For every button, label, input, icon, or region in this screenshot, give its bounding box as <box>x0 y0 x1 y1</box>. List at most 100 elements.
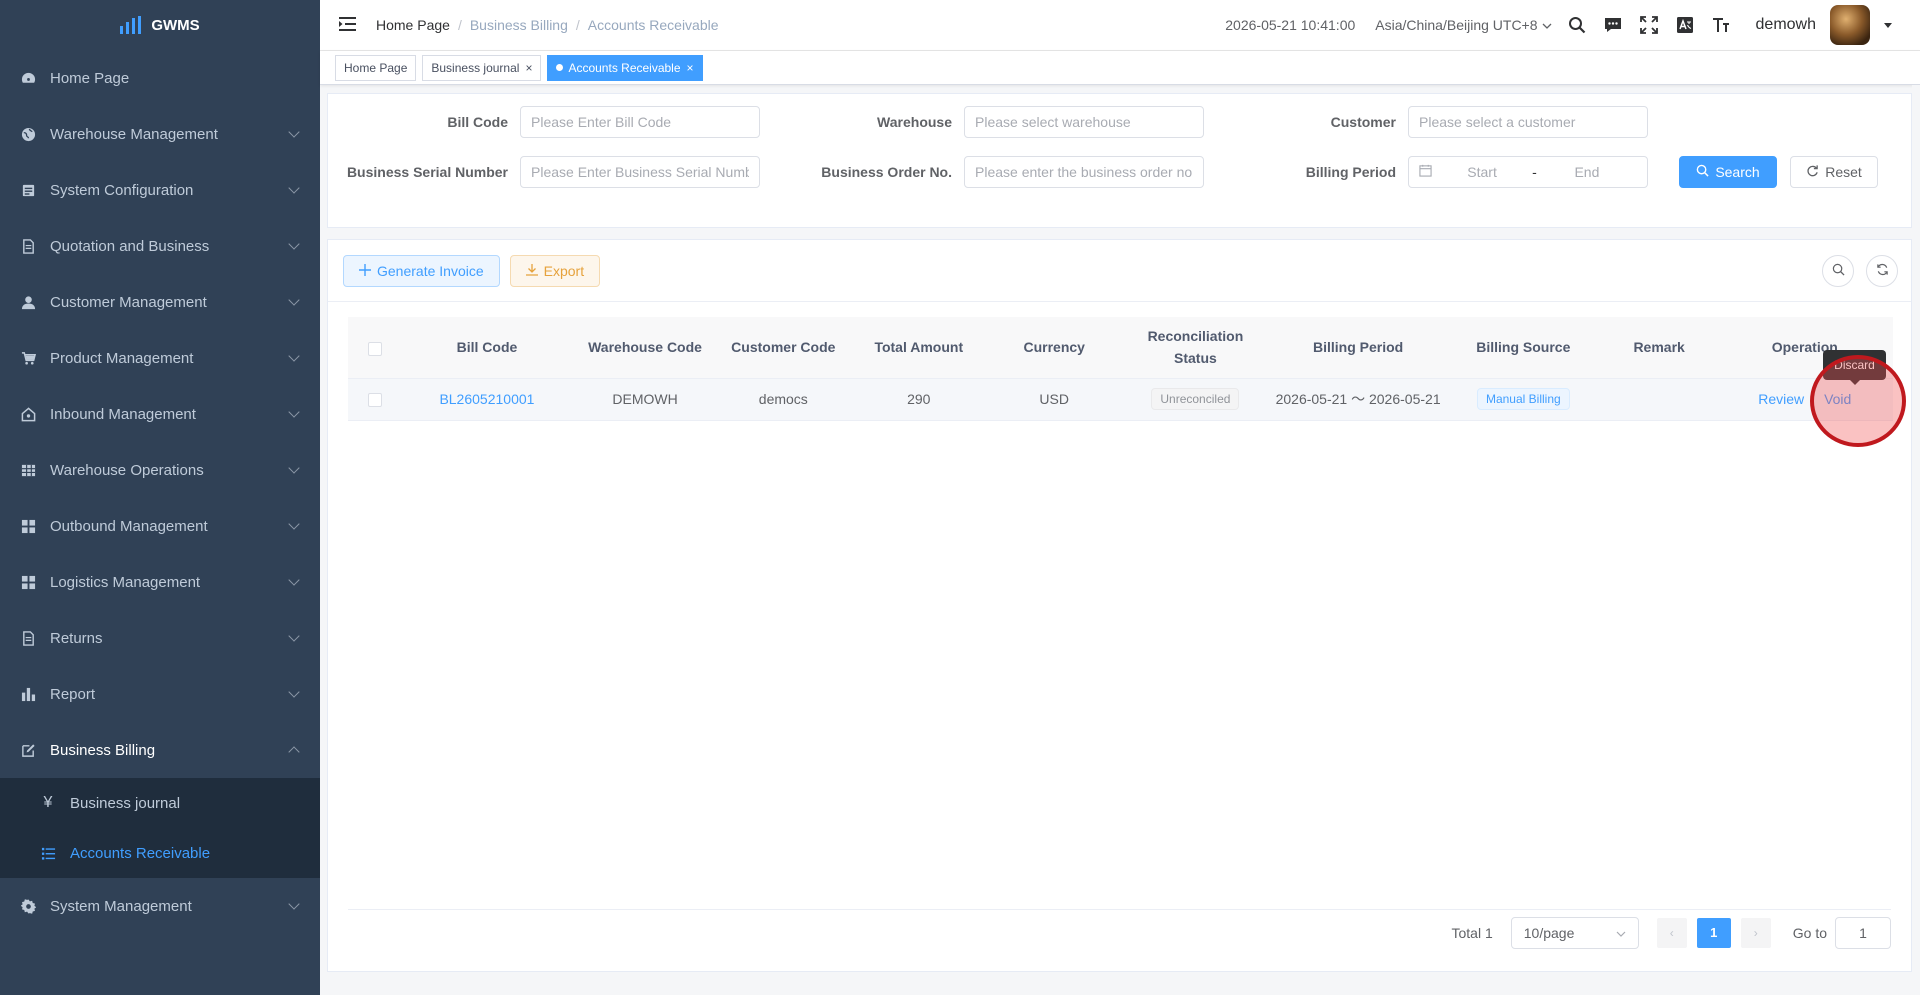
refresh-button[interactable] <box>1866 255 1898 287</box>
search-icon <box>1696 164 1709 180</box>
pagination: Total 1 10/page ‹ 1 › Go to 1 <box>348 909 1891 955</box>
document-icon <box>20 238 36 254</box>
page-size-select[interactable]: 10/page <box>1510 916 1639 949</box>
font-size-icon[interactable] <box>1710 14 1732 36</box>
billing-period-start[interactable]: Start <box>1432 164 1532 180</box>
sidebar-item-label: System Configuration <box>50 181 194 199</box>
warehouse-select[interactable] <box>964 106 1204 138</box>
close-icon[interactable]: × <box>687 61 694 75</box>
caret-down-icon[interactable] <box>1884 22 1892 28</box>
chevron-down-icon <box>288 629 300 642</box>
warehouse-code-cell: DEMOWH <box>572 378 718 421</box>
chevron-down-icon <box>1616 925 1626 941</box>
sidebar-item-system-management[interactable]: System Management <box>0 878 320 934</box>
menu-fold-icon <box>339 16 357 35</box>
business-order-input[interactable] <box>964 156 1204 188</box>
sidebar-item-label: Product Management <box>50 349 194 367</box>
sidebar-item-quotation-and-business[interactable]: Quotation and Business <box>0 218 320 274</box>
reset-button-label: Reset <box>1825 164 1862 180</box>
billing-period-range[interactable]: Start - End <box>1408 156 1648 188</box>
remark-cell <box>1601 378 1717 421</box>
select-all-checkbox[interactable] <box>367 341 382 356</box>
export-button[interactable]: Export <box>509 254 601 287</box>
translate-icon[interactable] <box>1674 14 1696 36</box>
active-dot-icon <box>556 64 564 71</box>
sidebar-item-business-billing[interactable]: Business Billing <box>0 722 320 778</box>
sidebar-item-customer-management[interactable]: Customer Management <box>0 274 320 330</box>
sidebar-item-logistics-management[interactable]: Logistics Management <box>0 554 320 610</box>
bill-code-input[interactable] <box>520 106 760 138</box>
column-header: Total Amount <box>848 317 989 379</box>
billing-submenu: ¥ Business journal Accounts Receivable <box>0 778 320 878</box>
tag-label: Accounts Receivable <box>568 60 681 75</box>
reset-button[interactable]: Reset <box>1790 156 1878 188</box>
sidebar-item-label: Customer Management <box>50 293 207 311</box>
sidebar-item-business-journal[interactable]: ¥ Business journal <box>0 778 320 828</box>
sidebar-item-label: Warehouse Management <box>50 125 218 143</box>
close-icon[interactable]: × <box>525 61 532 75</box>
column-header: Customer Code <box>717 317 849 379</box>
generate-invoice-button[interactable]: Generate Invoice <box>343 254 500 287</box>
sidebar-item-label: Logistics Management <box>50 573 201 591</box>
column-header: Billing Period <box>1271 317 1445 379</box>
toggle-search-button[interactable] <box>1822 255 1854 287</box>
breadcrumb-accounts-receivable: Accounts Receivable <box>587 17 719 33</box>
timezone-select[interactable]: Asia/China/Beijing UTC+8 <box>1375 17 1551 33</box>
gear-icon <box>20 898 36 914</box>
customer-select[interactable] <box>1408 106 1648 138</box>
breadcrumb-home[interactable]: Home Page <box>376 17 450 33</box>
sidebar-item-product-management[interactable]: Product Management <box>0 330 320 386</box>
avatar[interactable] <box>1830 5 1870 45</box>
chevron-down-icon <box>288 897 300 910</box>
timezone-label: Asia/China/Beijing UTC+8 <box>1375 17 1538 33</box>
app-logo-text: GWMS <box>151 16 200 34</box>
search-icon[interactable] <box>1566 14 1588 36</box>
document-icon <box>20 630 36 646</box>
warehouse-label: Warehouse <box>877 114 952 130</box>
message-icon[interactable] <box>1602 14 1624 36</box>
billing-period-end[interactable]: End <box>1537 164 1637 180</box>
tag-home-page[interactable]: Home Page <box>335 54 417 81</box>
chevron-down-icon <box>288 293 300 306</box>
user-icon <box>20 294 36 310</box>
sidebar-item-home-page[interactable]: Home Page <box>0 50 320 106</box>
column-header: Billing Source <box>1444 317 1602 379</box>
sidebar-item-inbound-management[interactable]: Inbound Management <box>0 386 320 442</box>
sidebar-item-returns[interactable]: Returns <box>0 610 320 666</box>
tag-accounts-receivable[interactable]: Accounts Receivable × <box>547 54 703 81</box>
row-checkbox[interactable] <box>367 393 382 408</box>
sidebar-item-warehouse-operations[interactable]: Warehouse Operations <box>0 442 320 498</box>
table-header-row: Bill Code Warehouse Code Customer Code T… <box>348 317 1893 379</box>
search-button-label: Search <box>1715 164 1760 180</box>
review-link[interactable]: Review <box>1758 391 1804 407</box>
chevron-down-icon <box>288 237 300 250</box>
chevron-down-icon <box>288 125 300 138</box>
app-logo[interactable]: GWMS <box>0 0 320 50</box>
username[interactable]: demowh <box>1756 16 1816 34</box>
chevron-down-icon <box>288 573 300 586</box>
prev-page-button[interactable]: ‹ <box>1656 917 1687 948</box>
bill-code-link[interactable]: BL2605210001 <box>439 391 534 407</box>
chevron-down-icon <box>288 685 300 698</box>
billing-period-label: Billing Period <box>1305 164 1396 180</box>
sidebar-item-warehouse-management[interactable]: Warehouse Management <box>0 106 320 162</box>
page-number[interactable]: 1 <box>1696 917 1731 948</box>
void-link[interactable]: Void <box>1824 391 1851 407</box>
fullscreen-icon[interactable] <box>1638 14 1660 36</box>
sidebar-item-system-configuration[interactable]: System Configuration <box>0 162 320 218</box>
tag-business-journal[interactable]: Business journal × <box>422 54 542 81</box>
goto-page: Go to 1 <box>1793 916 1891 949</box>
tag-label: Business journal <box>431 60 520 75</box>
sidebar-item-accounts-receivable[interactable]: Accounts Receivable <box>0 828 320 878</box>
breadcrumb: Home Page / Business Billing / Accounts … <box>376 17 719 33</box>
hamburger-toggle[interactable] <box>320 0 376 51</box>
sidebar-item-outbound-management[interactable]: Outbound Management <box>0 498 320 554</box>
goto-page-input[interactable]: 1 <box>1835 916 1891 949</box>
sidebar-item-report[interactable]: Report <box>0 666 320 722</box>
column-header: Reconciliation Status <box>1119 317 1272 379</box>
column-header: Bill Code <box>401 317 573 379</box>
next-page-button[interactable]: › <box>1740 917 1771 948</box>
breadcrumb-business-billing: Business Billing <box>469 17 568 33</box>
business-serial-input[interactable] <box>520 156 760 188</box>
search-button[interactable]: Search <box>1679 156 1777 188</box>
